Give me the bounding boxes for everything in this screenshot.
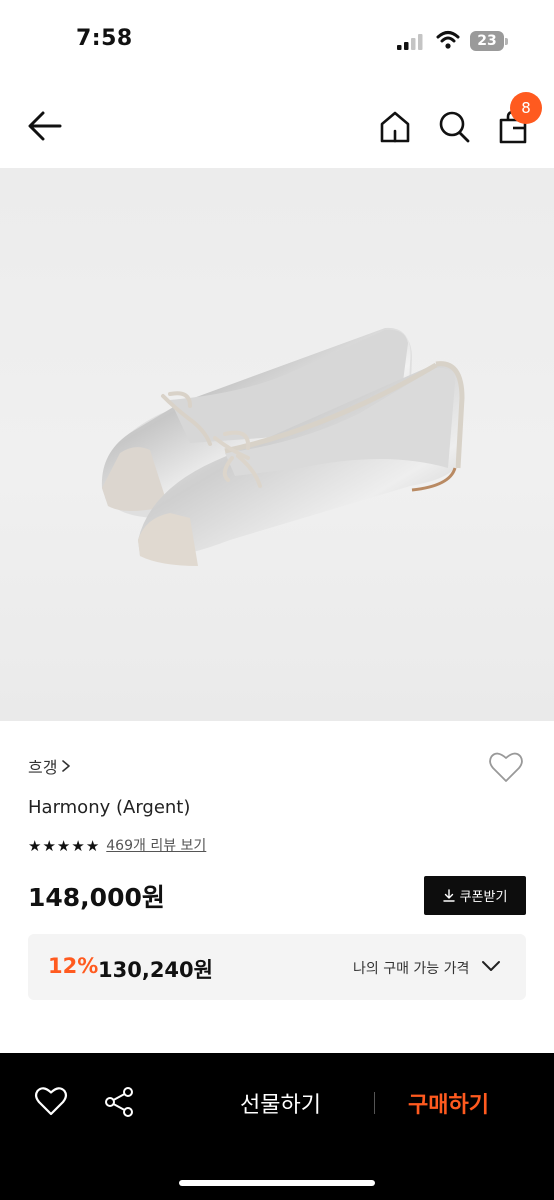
status-bar: 7:58 23 [0,0,554,84]
heart-outline-icon[interactable] [34,1085,68,1117]
battery-tip [505,38,508,45]
share-icon[interactable] [102,1085,136,1119]
star-icon: ★ [71,837,85,855]
star-icon: ★ [56,837,71,855]
review-link[interactable]: 469개 리뷰 보기 [106,836,206,856]
battery-icon: 23 [470,31,508,51]
rating-row: ★ ★ ★ ★ ★ 469개 리뷰 보기 [28,836,206,856]
heart-outline-icon[interactable] [488,750,524,784]
original-price: 148,000원 [28,883,165,912]
download-icon [442,889,455,902]
product-title: Harmony (Argent) [28,797,191,818]
silver-ballet-flats-image [101,327,465,566]
discount-price: 130,240원 [98,958,213,982]
button-divider [374,1092,375,1114]
brand-name: 흐갱 [28,758,58,777]
status-time: 7:58 [76,26,133,51]
star-icon: ★ [42,837,56,855]
top-nav-bar: 8 [0,84,554,168]
bottom-action-bar: 선물하기 구매하기 [0,1053,554,1200]
home-indicator [179,1180,375,1186]
product-image[interactable] [0,168,554,721]
search-icon[interactable] [436,108,472,146]
coupon-button-label: 쿠폰받기 [459,890,508,905]
cellular-signal-icon [397,34,423,50]
my-price-label: 나의 구매 가능 가격 [353,961,470,977]
home-icon[interactable] [376,108,414,146]
discount-rate: 12% [48,954,99,978]
chevron-right-icon [62,760,71,772]
wifi-icon [436,31,460,49]
coupon-button[interactable]: 쿠폰받기 [424,876,526,915]
brand-link[interactable]: 흐갱 [28,754,71,778]
star-icon: ★ [28,837,42,855]
buy-button[interactable]: 구매하기 [408,1087,489,1119]
star-icon: ★ [85,837,100,855]
back-arrow-icon[interactable] [26,108,64,144]
chevron-down-icon [482,961,500,971]
gift-button[interactable]: 선물하기 [240,1087,321,1119]
rating-stars: ★ ★ ★ ★ ★ [28,836,99,856]
battery-level: 23 [470,31,504,51]
my-price-box[interactable]: 12% 130,240원 나의 구매 가능 가격 [28,934,526,1000]
cart-count-badge: 8 [510,92,542,124]
